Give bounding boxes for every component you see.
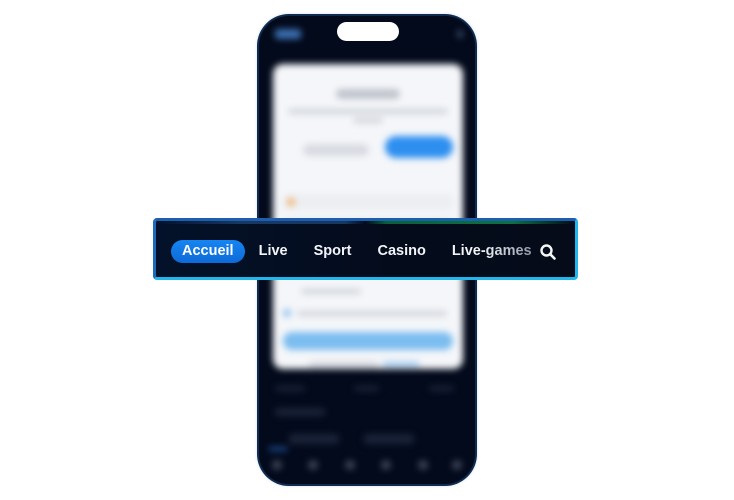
menu-icon (457, 30, 463, 38)
card-text-line (309, 362, 379, 367)
nav-item-live-games[interactable]: Live-games (441, 240, 543, 263)
card-text-line (353, 118, 383, 123)
tabbar-icon (308, 460, 318, 470)
game-thumb (364, 434, 414, 444)
nav-item-accueil[interactable]: Accueil (171, 240, 245, 263)
phone-notch (337, 22, 399, 41)
game-thumb (289, 434, 339, 444)
submit-button (283, 332, 453, 350)
footer-text (275, 386, 305, 391)
nav-item-live[interactable]: Live (248, 240, 299, 263)
section-title (275, 408, 325, 416)
footer-text (354, 386, 379, 391)
secondary-button (303, 144, 369, 156)
row-icon (287, 198, 295, 206)
card-text-line (297, 311, 447, 316)
active-tab-indicator (269, 447, 287, 451)
tabbar-icon (418, 460, 428, 470)
card-link (383, 362, 419, 366)
registration-card (273, 64, 463, 369)
main-navigation-bar: Accueil Live Sport Casino Live-games (153, 218, 578, 280)
search-icon[interactable] (539, 243, 557, 261)
tabbar-icon (272, 460, 282, 470)
tabbar-icon (345, 460, 355, 470)
nav-item-casino[interactable]: Casino (366, 240, 436, 263)
card-text-line (301, 289, 361, 294)
tabbar-icon (452, 460, 462, 470)
card-text-line (288, 109, 448, 114)
nav-items: Accueil Live Sport Casino Live-games (171, 240, 547, 263)
checkbox (283, 309, 291, 317)
nav-item-sport[interactable]: Sport (303, 240, 363, 263)
tabbar-icon (381, 460, 391, 470)
footer-text (429, 386, 454, 391)
card-title (336, 89, 400, 99)
nav-top-glow (156, 221, 575, 224)
card-row (283, 194, 453, 210)
app-logo (275, 29, 301, 39)
primary-button (385, 136, 453, 158)
